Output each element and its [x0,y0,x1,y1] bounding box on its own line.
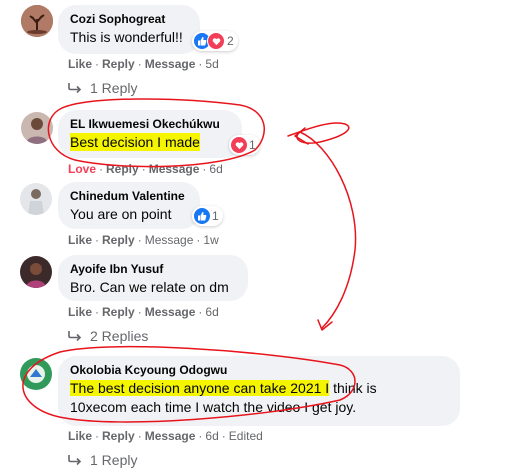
reply-link[interactable]: Reply [102,305,135,319]
like-link[interactable]: Like [68,429,92,443]
comment-actions: Like · Reply · Message · 6d · Edited [68,428,263,444]
like-link[interactable]: Like [68,233,92,247]
person-avatar-image [21,112,53,144]
reaction-summary[interactable]: 1 [192,206,223,226]
comment-text: The best decision anyone can take 2021 I… [70,379,448,398]
avatar[interactable] [21,5,53,37]
timestamp[interactable]: 6d [209,162,222,176]
comment-text: Bro. Can we relate on dm [70,279,229,295]
comment-text-rest: think is [329,380,377,396]
comment-text-line2: 10xecom each time I watch the video I ge… [70,399,357,415]
comment-actions: Like · Reply · Message · 1w [68,232,219,248]
comment-author[interactable]: EL Ikwuemesi Okechúkwu [70,117,230,132]
annotation-arrowhead [294,127,309,145]
separator: · [137,429,142,443]
reaction-count: 2 [227,34,234,48]
comment-bubble: Okolobia Kcyoung Odogwu The best decisio… [58,356,460,426]
reply-link[interactable]: Reply [106,162,139,176]
separator: · [137,57,142,71]
comment-author[interactable]: Okolobia Kcyoung Odogwu [70,363,448,378]
separator: · [137,305,142,319]
reaction-count: 1 [212,209,219,223]
comment-bubble: Cozi Sophogreat This is wonderful!! [58,5,200,54]
reply-arrow-icon [68,455,82,466]
comment-author[interactable]: Cozi Sophogreat [70,12,188,27]
comment-bubble: Chinedum Valentine You are on point [58,182,200,229]
highlighted-text: The best decision anyone can take 2021 I [70,380,330,396]
comment-author[interactable]: Chinedum Valentine [70,189,188,204]
reaction-summary[interactable]: 2 [192,31,238,51]
timestamp[interactable]: 1w [203,233,218,247]
timestamp[interactable]: 6d [205,305,218,319]
person-avatar-image [20,256,52,288]
comment-text: You are on point [70,206,172,222]
replies-label: 1 Reply [90,80,138,96]
reply-arrow-icon [68,331,82,342]
reply-link[interactable]: Reply [102,429,135,443]
view-replies-button[interactable]: 1 Reply [68,451,137,469]
love-icon [207,32,225,50]
avatar[interactable] [20,183,52,215]
separator: · [137,233,142,247]
comment-bubble: Ayoife Ibn Yusuf Bro. Can we relate on d… [58,255,248,301]
logo-avatar-image [20,358,52,390]
separator: · [202,162,207,176]
tree-avatar-image [21,5,53,37]
separator: · [198,57,203,71]
highlighted-text: Best decision I made [70,133,200,151]
love-icon [231,137,247,153]
message-link[interactable]: Message [145,57,196,71]
comment-text: This is wonderful!! [70,29,183,45]
comment-text: Best decision I made [70,133,230,152]
comment-author[interactable]: Ayoife Ibn Yusuf [70,262,236,277]
reaction-count: 1 [249,138,256,152]
reply-arrow-icon [68,83,82,94]
person-avatar-image [20,183,52,215]
avatar[interactable] [21,112,53,144]
view-replies-button[interactable]: 1 Reply [68,79,137,97]
replies-label: 1 Reply [90,452,138,468]
like-link[interactable]: Like [68,57,92,71]
separator: · [95,429,100,443]
annotation-arrowhead [317,319,333,331]
separator: · [141,162,146,176]
message-link[interactable]: Message [149,162,200,176]
avatar[interactable] [20,256,52,288]
separator: · [221,429,226,443]
avatar[interactable] [20,358,52,390]
separator: · [95,233,100,247]
message-link[interactable]: Message [145,429,196,443]
separator: · [99,162,104,176]
comment-actions: Like · Reply · Message · 5d [68,56,219,72]
edited-label: Edited [228,429,263,443]
separator: · [95,305,100,319]
separator: · [198,429,203,443]
like-link[interactable]: Like [68,305,92,319]
message-link[interactable]: Message [145,305,196,319]
love-link[interactable]: Love [68,162,96,176]
replies-label: 2 Replies [90,328,149,344]
message-link[interactable]: Message [145,233,194,247]
reaction-summary[interactable]: 1 [229,135,260,155]
annotation-swoop-arrow [287,122,357,329]
separator: · [196,233,201,247]
comment-actions: Like · Reply · Message · 6d [68,304,219,320]
comment-bubble: EL Ikwuemesi Okechúkwu Best decision I m… [58,110,242,158]
timestamp[interactable]: 5d [205,57,218,71]
separator: · [198,305,203,319]
separator: · [95,57,100,71]
timestamp[interactable]: 6d [205,429,218,443]
reply-link[interactable]: Reply [102,233,135,247]
like-icon [194,208,210,224]
reply-link[interactable]: Reply [102,57,135,71]
view-replies-button[interactable]: 2 Replies [68,327,148,345]
comment-actions: Love · Reply · Message · 6d [68,161,223,177]
